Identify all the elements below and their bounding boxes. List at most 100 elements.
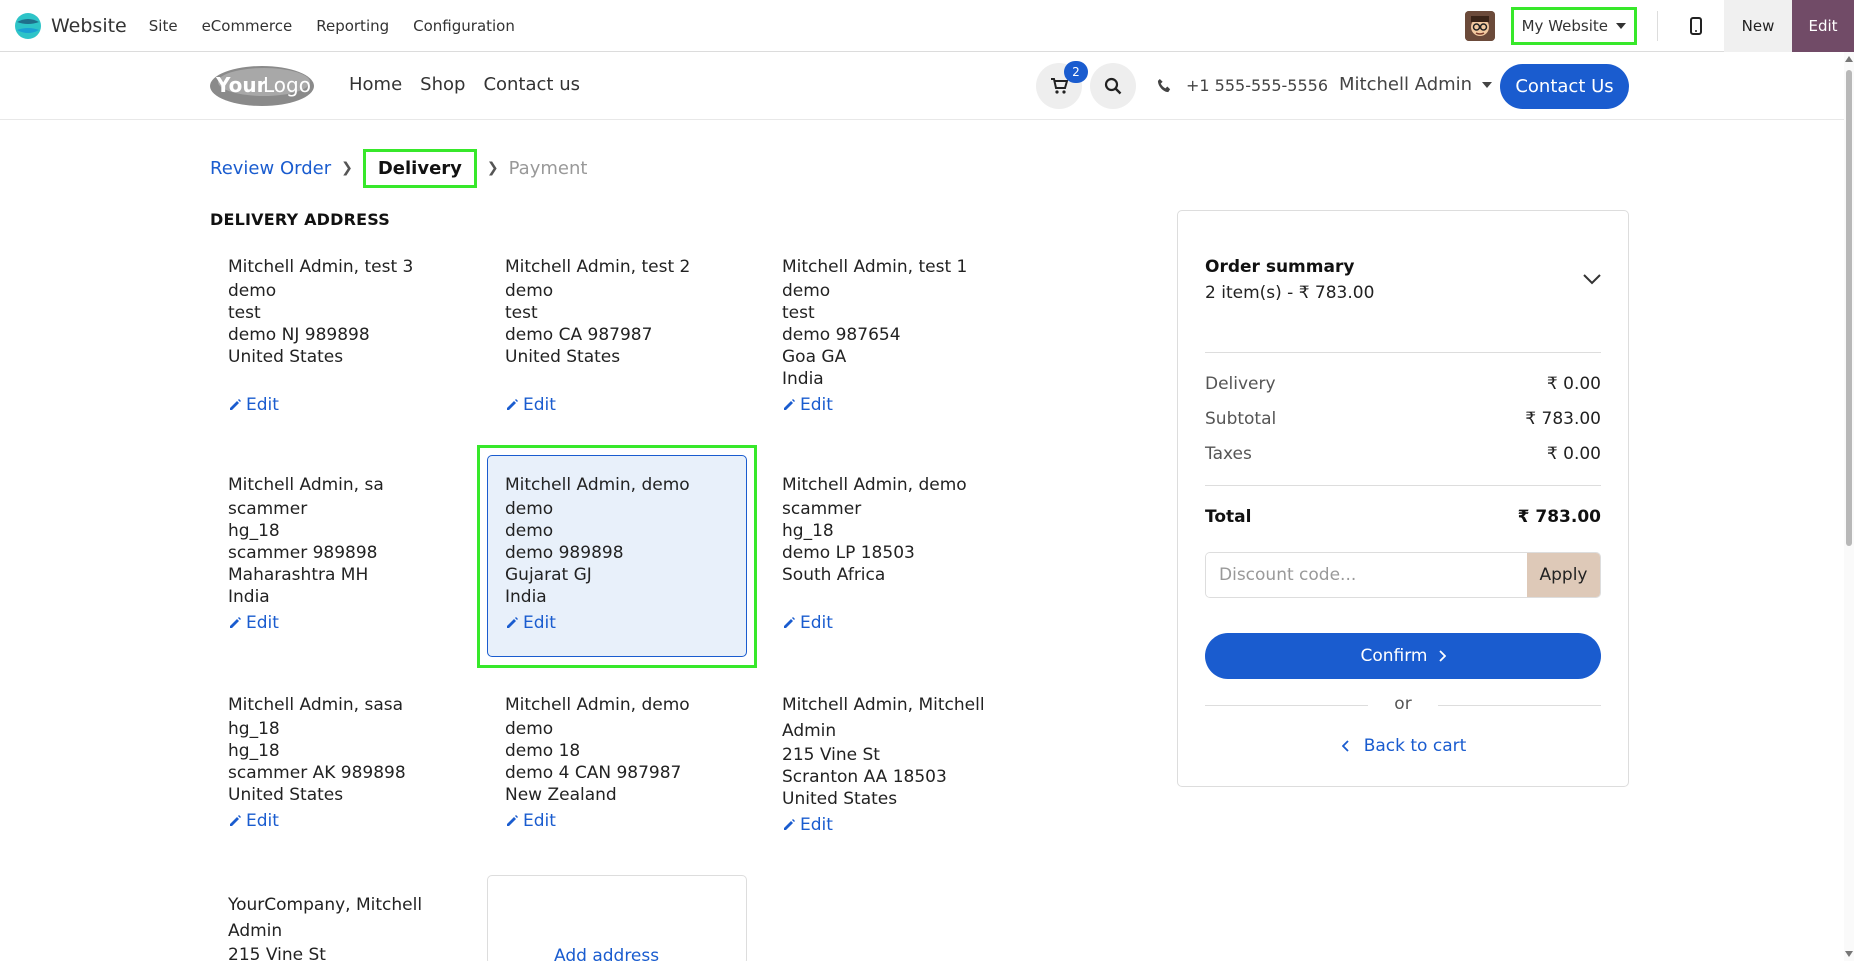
address-line: scammer [228, 499, 308, 519]
edit-button[interactable]: Edit [1792, 0, 1854, 52]
address-card[interactable]: Mitchell Admin, test 1 demo test demo 98… [765, 254, 1025, 416]
edit-address-link[interactable]: Edit [782, 814, 1008, 836]
chevron-down-icon[interactable] [1582, 273, 1602, 285]
step-review-order[interactable]: Review Order [210, 158, 331, 179]
address-card-selected[interactable]: Mitchell Admin, demo demo demo demo 9898… [487, 455, 747, 657]
svg-text:Your: Your [215, 73, 267, 97]
edit-address-link[interactable]: Edit [782, 394, 1008, 416]
website-app-icon[interactable] [14, 12, 42, 40]
address-line: 215 Vine St [782, 745, 880, 765]
chevron-right-icon [1438, 650, 1446, 662]
total-value: ₹ 783.00 [1517, 507, 1601, 527]
address-line: hg_18 [228, 719, 280, 739]
address-name: Mitchell Admin, demo [505, 695, 690, 715]
user-menu[interactable]: Mitchell Admin [1339, 74, 1493, 95]
your-logo-icon[interactable]: Your Logo [208, 62, 315, 108]
address-card[interactable]: Mitchell Admin, Mitchell Admin 215 Vine … [765, 692, 1025, 836]
checkout-steps: Review Order ❯ Delivery ❯ Payment [210, 146, 587, 190]
address-line: demo NJ 989898 [228, 325, 370, 345]
address-line: demo [505, 719, 554, 739]
cart-count-badge: 2 [1064, 61, 1088, 83]
address-card[interactable]: Mitchell Admin, test 2 demo test demo CA… [488, 254, 748, 416]
back-to-cart-link[interactable]: Back to cart [1178, 736, 1630, 756]
menu-ecommerce[interactable]: eCommerce [202, 17, 293, 35]
back-to-cart-label: Back to cart [1363, 736, 1467, 756]
address-line: demo [782, 281, 831, 301]
taxes-label: Taxes [1205, 444, 1252, 464]
edit-label: Edit [246, 811, 279, 831]
address-card[interactable]: YourCompany, Mitchell Admin 215 Vine St [211, 892, 471, 961]
discount-code-input[interactable] [1206, 553, 1527, 597]
scroll-up-icon[interactable] [1845, 56, 1853, 62]
page-scrollbar[interactable] [1844, 52, 1854, 961]
menu-site[interactable]: Site [149, 17, 178, 35]
edit-address-link[interactable]: Edit [505, 810, 731, 832]
website-switcher-label: My Website [1521, 17, 1608, 35]
scroll-down-icon[interactable] [1845, 951, 1853, 957]
app-name[interactable]: Website [51, 15, 127, 37]
nav-contact-us[interactable]: Contact us [483, 74, 580, 95]
phone-icon [1157, 78, 1171, 93]
address-line: scammer AK 989898 [228, 763, 406, 783]
edit-label: Edit [523, 811, 556, 831]
divider [1205, 352, 1601, 353]
edit-label: Edit [800, 815, 833, 835]
nav-home[interactable]: Home [349, 74, 402, 95]
address-name: Mitchell Admin, demo [505, 475, 690, 495]
address-card[interactable]: Mitchell Admin, demo scammer hg_18 demo … [765, 472, 1025, 634]
step-delivery: Delivery [362, 148, 477, 188]
chevron-right-icon: ❯ [486, 160, 499, 176]
caret-down-icon [1616, 23, 1626, 29]
mobile-preview-button[interactable] [1676, 17, 1716, 35]
cart-button[interactable]: 2 [1036, 61, 1088, 109]
address-line: demo 18 [505, 741, 581, 761]
address-line: hg_18 [782, 521, 834, 541]
website-header: Your Logo Home Shop Contact us 2 +1 555-… [0, 52, 1844, 120]
caret-down-icon [1482, 81, 1493, 88]
address-line: scammer [782, 499, 862, 519]
pencil-icon [507, 815, 518, 826]
address-card[interactable]: Mitchell Admin, test 3 demo test demo NJ… [211, 254, 471, 416]
or-separator: or [1368, 694, 1438, 714]
total-row: Total ₹ 783.00 [1205, 507, 1601, 527]
edit-label: Edit [800, 395, 833, 415]
phone-link[interactable]: +1 555-555-5556 [1157, 76, 1328, 95]
edit-label: Edit [523, 395, 556, 415]
delivery-value: ₹ 0.00 [1546, 374, 1601, 394]
add-address-label: Add address [554, 946, 660, 961]
edit-address-link[interactable]: Edit [228, 394, 454, 416]
edit-address-link[interactable]: Edit [505, 612, 729, 634]
address-line: scammer 989898 [228, 543, 378, 563]
address-card[interactable]: Mitchell Admin, sasa hg_18 hg_18 scammer… [211, 692, 471, 832]
address-line: Maharashtra MH [228, 565, 369, 585]
pencil-icon [230, 815, 241, 826]
menu-reporting[interactable]: Reporting [316, 17, 389, 35]
edit-address-link[interactable]: Edit [782, 612, 1008, 634]
nav-shop[interactable]: Shop [420, 74, 465, 95]
edit-address-link[interactable]: Edit [505, 394, 731, 416]
address-line: demo 987654 [782, 325, 901, 345]
edit-label: Edit [246, 613, 279, 633]
edit-address-link[interactable]: Edit [228, 810, 454, 832]
user-avatar[interactable] [1464, 11, 1495, 41]
apply-discount-button[interactable]: Apply [1527, 553, 1600, 597]
user-name: Mitchell Admin [1339, 74, 1473, 95]
address-name: Mitchell Admin, test 3 [228, 257, 414, 277]
delivery-row: Delivery ₹ 0.00 [1205, 374, 1601, 394]
contact-us-button[interactable]: Contact Us [1500, 64, 1629, 109]
subtotal-value: ₹ 783.00 [1525, 409, 1601, 429]
pencil-icon [507, 617, 518, 628]
address-card[interactable]: Mitchell Admin, demo demo demo 18 demo 4… [488, 692, 748, 832]
website-switcher[interactable]: My Website [1510, 7, 1637, 45]
address-card[interactable]: Mitchell Admin, sa scammer hg_18 scammer… [211, 472, 471, 634]
edit-address-link[interactable]: Edit [228, 612, 454, 634]
add-address-card[interactable]: Add address [487, 875, 747, 961]
menu-configuration[interactable]: Configuration [413, 17, 515, 35]
new-button[interactable]: New [1724, 0, 1792, 52]
taxes-value: ₹ 0.00 [1546, 444, 1601, 464]
search-button[interactable] [1090, 63, 1136, 109]
confirm-button[interactable]: Confirm [1205, 633, 1601, 679]
website-logo-icon [15, 12, 41, 39]
address-line: United States [228, 347, 344, 367]
scrollbar-thumb[interactable] [1846, 70, 1852, 546]
